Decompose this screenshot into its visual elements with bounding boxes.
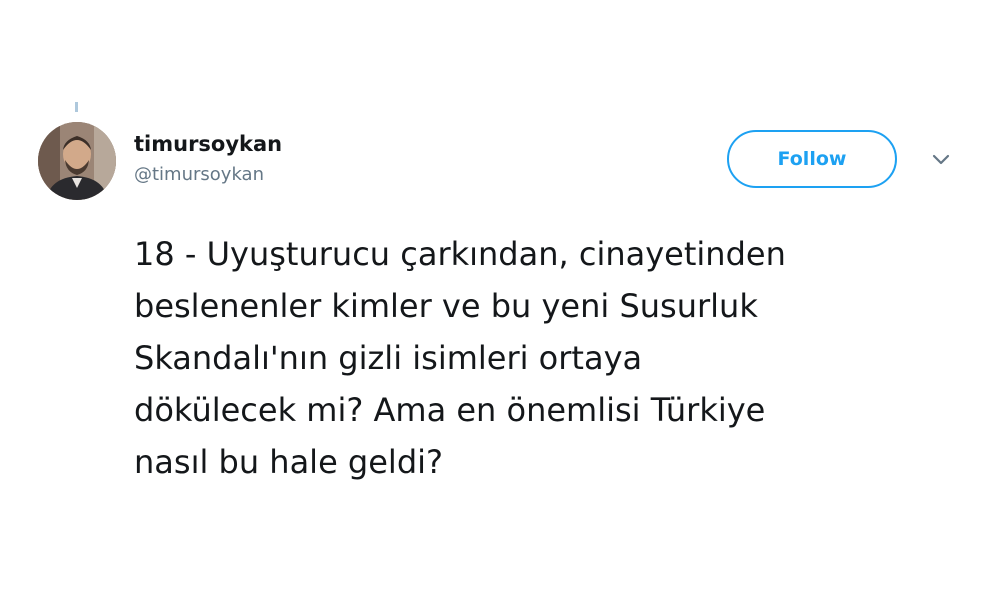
tweet-card: timursoykan @timursoykan Follow 18 - Uyu…	[0, 0, 1000, 600]
follow-button[interactable]: Follow	[727, 130, 897, 188]
tweet-text-line: beslenenler kimler ve bu yeni Susurluk	[134, 287, 758, 325]
tweet-text-line: Skandalı'nın gizli isimleri ortaya	[134, 339, 643, 377]
avatar-image	[38, 122, 116, 200]
tweet-text: 18 - Uyuşturucu çarkından, cinayetinden …	[134, 228, 954, 488]
tweet-text-line: 18 - Uyuşturucu çarkından, cinayetinden	[134, 235, 786, 273]
user-handle[interactable]: @timursoykan	[134, 162, 282, 188]
user-info: timursoykan @timursoykan	[134, 130, 282, 188]
avatar[interactable]	[38, 122, 116, 200]
tweet-text-line: dökülecek mi? Ama en önemlisi Türkiye	[134, 391, 766, 429]
display-name[interactable]: timursoykan	[134, 130, 282, 158]
tweet-text-line: nasıl bu hale geldi?	[134, 443, 443, 481]
chevron-down-icon[interactable]	[930, 152, 952, 168]
thread-connector	[75, 102, 78, 112]
